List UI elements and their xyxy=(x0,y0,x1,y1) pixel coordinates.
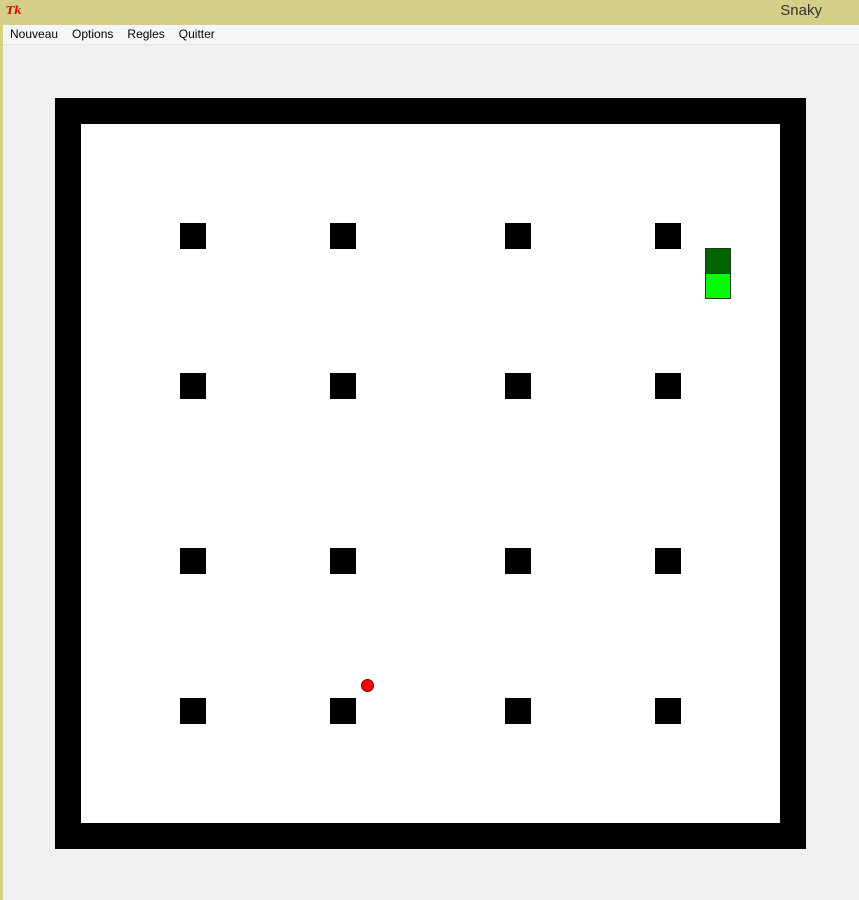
obstacle xyxy=(330,548,356,574)
obstacle xyxy=(180,223,206,249)
obstacle xyxy=(505,373,531,399)
menu-item-quitter[interactable]: Quitter xyxy=(172,25,222,44)
tk-feather-icon: Tk xyxy=(6,4,22,17)
window-title: Snaky xyxy=(780,2,822,19)
snake-body-segment xyxy=(705,273,731,299)
obstacle xyxy=(505,223,531,249)
title-bar: Tk Snaky xyxy=(0,0,859,25)
menu-item-options[interactable]: Options xyxy=(65,25,120,44)
obstacle xyxy=(330,698,356,724)
obstacle xyxy=(655,373,681,399)
menu-item-nouveau[interactable]: Nouveau xyxy=(3,25,65,44)
obstacle xyxy=(330,373,356,399)
obstacle xyxy=(505,548,531,574)
obstacle xyxy=(505,698,531,724)
food-apple xyxy=(361,679,374,692)
menu-bar: Nouveau Options Regles Quitter xyxy=(3,25,859,45)
snake-head xyxy=(705,248,731,274)
obstacle xyxy=(180,698,206,724)
menu-item-regles[interactable]: Regles xyxy=(120,25,171,44)
obstacle xyxy=(180,548,206,574)
obstacle xyxy=(655,223,681,249)
obstacle xyxy=(655,548,681,574)
obstacle xyxy=(330,223,356,249)
obstacle xyxy=(655,698,681,724)
obstacle xyxy=(180,373,206,399)
